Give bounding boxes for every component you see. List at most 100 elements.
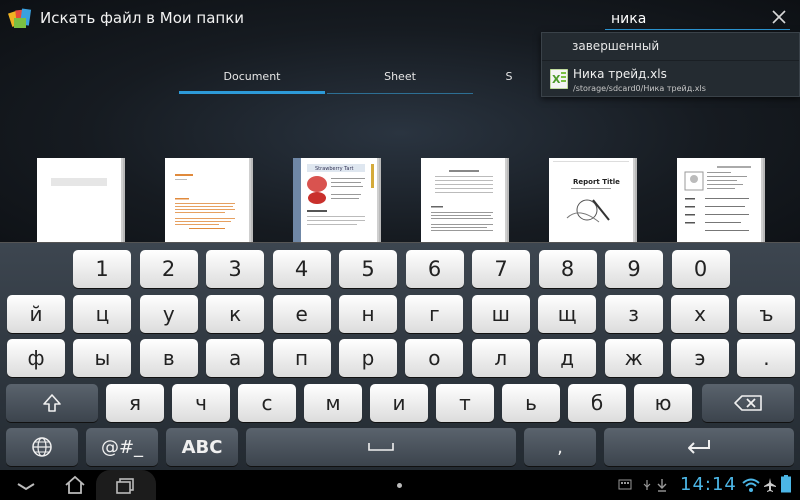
back-down-icon[interactable]	[14, 470, 38, 500]
key-row2-3[interactable]: к	[206, 295, 265, 333]
key-row2-0[interactable]: й	[7, 295, 65, 333]
enter-key[interactable]	[604, 428, 794, 466]
thumb-blank-document[interactable]	[37, 158, 121, 242]
status-clock: 14:14	[680, 474, 737, 495]
backspace-key[interactable]	[702, 384, 794, 422]
key-row1-2[interactable]: 3	[206, 250, 264, 288]
key-row2-2[interactable]: у	[139, 295, 198, 333]
key-row3-11[interactable]: .	[737, 339, 796, 377]
key-row1-6[interactable]: 7	[472, 250, 530, 288]
key-row3-0[interactable]: ф	[7, 339, 65, 377]
key-label: ж	[624, 346, 643, 370]
thumb-orange-document[interactable]	[165, 158, 249, 242]
airplane-icon	[764, 478, 776, 492]
key-row2-4[interactable]: е	[272, 295, 331, 333]
key-label: 0	[693, 257, 708, 281]
key-label: 8	[560, 257, 575, 281]
key-row3-8[interactable]: д	[538, 339, 597, 377]
comma-key-label: ,	[557, 436, 563, 458]
onscreen-keyboard: @#_ ABC , 1 2 3 4 5 6 7 8 9 0 й ц у к е н г ш щ з х ъ ф ы в а п р о л…	[0, 242, 800, 470]
key-row2-11[interactable]: ъ	[737, 295, 796, 333]
key-row3-3[interactable]: а	[206, 339, 265, 377]
key-row4-7[interactable]: б	[568, 384, 626, 422]
language-key[interactable]	[6, 428, 78, 466]
key-row3-9[interactable]: ж	[604, 339, 663, 377]
key-label: и	[392, 391, 406, 415]
key-row1-3[interactable]: 4	[272, 250, 331, 288]
key-row4-6[interactable]: ь	[502, 384, 560, 422]
tab-indicator	[327, 93, 473, 94]
svg-text:X: X	[552, 73, 561, 86]
key-label: й	[29, 302, 43, 326]
key-label: т	[459, 391, 471, 415]
key-row2-6[interactable]: г	[405, 295, 464, 333]
shift-arrow-icon	[43, 394, 61, 412]
key-label: а	[229, 346, 242, 370]
recipe-title: Strawberry Tart	[315, 166, 354, 172]
tab-sheet[interactable]: Sheet	[327, 66, 473, 94]
key-row1-4[interactable]: 5	[339, 250, 397, 288]
key-row2-7[interactable]: ш	[471, 295, 530, 333]
suggestion-item-file[interactable]: X Ника трейд.xls /storage/sdcard0/Ника т…	[542, 63, 799, 97]
key-row1-7[interactable]: 8	[538, 250, 597, 288]
key-row1-0[interactable]: 1	[73, 250, 131, 288]
key-row2-10[interactable]: х	[671, 295, 729, 333]
key-row2-9[interactable]: з	[604, 295, 663, 333]
shift-key[interactable]	[6, 384, 98, 422]
space-key[interactable]	[246, 428, 516, 466]
suggestion-file-path: /storage/sdcard0/Ника трейд.xls	[573, 84, 706, 93]
key-label: ц	[95, 302, 110, 326]
key-row4-0[interactable]: я	[106, 384, 164, 422]
key-label: ш	[491, 302, 510, 326]
key-row1-1[interactable]: 2	[139, 250, 198, 288]
key-label: щ	[557, 302, 577, 326]
globe-icon	[32, 437, 52, 457]
enter-icon	[688, 440, 710, 454]
key-row4-8[interactable]: ю	[634, 384, 692, 422]
suggestion-file-name: Ника трейд.xls	[573, 67, 667, 81]
tab-active-indicator	[179, 91, 325, 94]
key-row4-2[interactable]: с	[238, 384, 296, 422]
thumb-recipe-document[interactable]: Strawberry Tart	[293, 158, 377, 242]
key-row4-3[interactable]: м	[304, 384, 362, 422]
thumb-form-document[interactable]	[421, 158, 505, 242]
key-label: к	[229, 302, 242, 326]
key-row4-1[interactable]: ч	[172, 384, 230, 422]
key-row2-1[interactable]: ц	[73, 295, 132, 333]
system-navigation-bar: 14:14	[0, 470, 800, 500]
key-row1-9[interactable]: 0	[671, 250, 730, 288]
thumb-report-document[interactable]: Report Title	[549, 158, 633, 242]
key-row3-2[interactable]: в	[139, 339, 198, 377]
menu-dot-icon[interactable]	[397, 483, 402, 488]
close-icon[interactable]	[770, 8, 788, 26]
key-row3-4[interactable]: п	[272, 339, 331, 377]
key-label: 9	[627, 257, 641, 281]
key-row3-1[interactable]: ы	[73, 339, 132, 377]
key-label: м	[325, 391, 341, 415]
xls-file-icon: X	[550, 69, 568, 89]
suggestion-item-query[interactable]: завершенный	[542, 33, 799, 61]
key-row3-6[interactable]: о	[405, 339, 464, 377]
tab-label: Sheet	[384, 70, 416, 83]
key-row2-5[interactable]: н	[339, 295, 397, 333]
tab-document[interactable]: Document	[179, 66, 325, 94]
comma-key[interactable]: ,	[524, 428, 596, 466]
key-row4-4[interactable]: и	[370, 384, 428, 422]
thumb-resume-document[interactable]	[677, 158, 761, 242]
key-row3-10[interactable]: э	[671, 339, 729, 377]
key-row1-5[interactable]: 6	[405, 250, 464, 288]
key-row3-5[interactable]: р	[339, 339, 397, 377]
search-input[interactable]	[605, 8, 790, 30]
key-row3-7[interactable]: л	[471, 339, 530, 377]
symbols-key-label: @#_	[100, 436, 144, 458]
key-row2-8[interactable]: щ	[538, 295, 597, 333]
key-row4-5[interactable]: т	[436, 384, 494, 422]
tab-slide[interactable]: S	[475, 66, 543, 94]
abc-key[interactable]: ABC	[166, 428, 238, 466]
recent-apps-icon[interactable]	[112, 470, 138, 500]
symbols-key[interactable]: @#_	[86, 428, 158, 466]
key-row1-8[interactable]: 9	[605, 250, 663, 288]
app-logo-icon[interactable]	[8, 6, 34, 30]
key-label: ю	[654, 391, 672, 415]
home-icon[interactable]	[62, 470, 88, 500]
